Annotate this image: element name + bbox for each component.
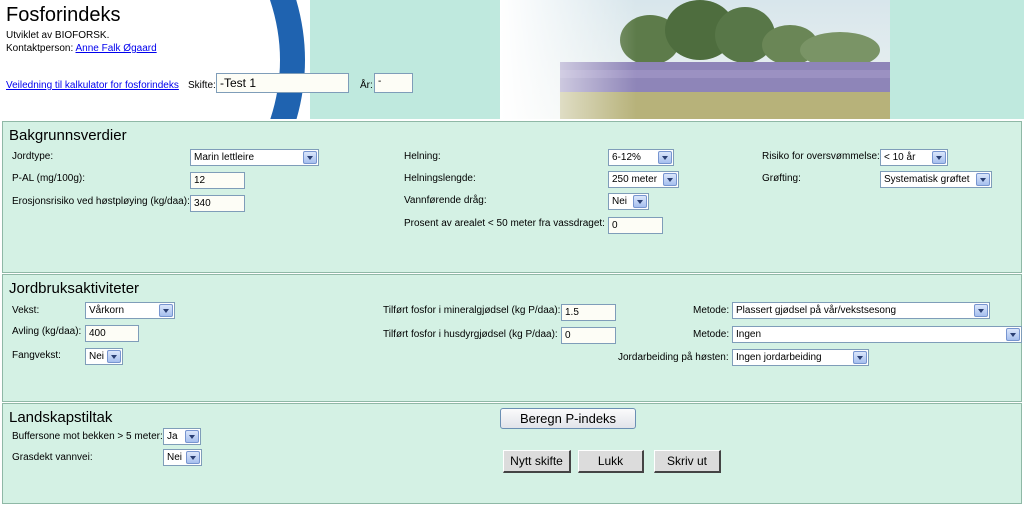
buffer-zone-value: Ja	[167, 431, 178, 442]
yield-label: Avling (kg/daa):	[12, 326, 82, 337]
chevron-down-icon	[976, 173, 990, 186]
slope-value: 6-12%	[612, 152, 641, 163]
chevron-down-icon	[186, 451, 200, 464]
waterways-label: Vannførende dråg:	[404, 195, 487, 206]
mineral-p-label: Tilført fosfor i mineralgjødsel (kg P/da…	[383, 305, 561, 316]
slope-length-value: 250 meter	[612, 174, 658, 185]
chevron-down-icon	[159, 304, 173, 317]
chevron-down-icon	[658, 151, 672, 164]
new-field-button[interactable]: Nytt skifte	[503, 450, 571, 473]
year-label: År:	[360, 80, 373, 91]
drainage-label: Grøfting:	[762, 173, 801, 184]
manure-method-select[interactable]: Ingen	[732, 326, 1022, 343]
method2-label: Metode:	[693, 329, 730, 340]
flood-risk-label: Risiko for oversvømmelse:	[762, 151, 880, 162]
method1-label: Metode:	[693, 305, 730, 316]
manure-p-input[interactable]: 0	[561, 327, 616, 344]
agricultural-activities-section: Jordbruksaktiviteter Vekst: Vårkorn Avli…	[2, 274, 1022, 402]
developed-by-text: Utviklet av BIOFORSK.	[6, 30, 110, 41]
manure-p-label: Tilført fosfor i husdyrgjødsel (kg P/daa…	[383, 329, 558, 340]
close-button[interactable]: Lukk	[578, 450, 644, 473]
slope-length-select[interactable]: 250 meter	[608, 171, 679, 188]
contact-person-link[interactable]: Anne Falk Øgaard	[76, 43, 157, 54]
manure-method-value: Ingen	[736, 329, 762, 340]
catch-crop-label: Fangvekst:	[12, 350, 61, 361]
year-input[interactable]: -	[374, 73, 413, 93]
page-title: Fosforindeks	[6, 4, 121, 26]
chevron-down-icon	[663, 173, 677, 186]
mineral-method-value: Plassert gjødsel på vår/vekstsesong	[736, 305, 897, 316]
guide-link[interactable]: Veiledning til kalkulator for fosforinde…	[6, 80, 179, 91]
autumn-tillage-value: Ingen jordarbeiding	[736, 352, 822, 363]
waterways-value: Nei	[612, 196, 628, 207]
waterways-select[interactable]: Nei	[608, 193, 649, 210]
field-label: Skifte:	[188, 80, 216, 91]
landscape-section-title: Landskapstiltak	[9, 409, 113, 426]
mineral-method-select[interactable]: Plassert gjødsel på vår/vekstsesong	[732, 302, 990, 319]
flood-risk-value: < 10 år	[884, 152, 916, 163]
slope-length-label: Helningslengde:	[404, 173, 476, 184]
crop-label: Vekst:	[12, 305, 40, 316]
chevron-down-icon	[185, 430, 199, 443]
activities-section-title: Jordbruksaktiviteter	[9, 280, 140, 297]
landscape-measures-section: Landskapstiltak Buffersone mot bekken > …	[2, 403, 1022, 504]
background-values-section: Bakgrunnsverdier Jordtype: Marin lettlei…	[2, 121, 1022, 273]
mineral-p-input[interactable]: 1.5	[561, 304, 616, 321]
catch-crop-select[interactable]: Nei	[85, 348, 123, 365]
soil-type-value: Marin lettleire	[194, 152, 255, 163]
calculate-p-index-button[interactable]: Beregn P-indeks	[500, 408, 636, 429]
erosion-input[interactable]: 340	[190, 195, 245, 212]
chevron-down-icon	[974, 304, 988, 317]
soil-type-label: Jordtype:	[12, 151, 54, 162]
autumn-tillage-select[interactable]: Ingen jordarbeiding	[732, 349, 869, 366]
crop-select[interactable]: Vårkorn	[85, 302, 175, 319]
slope-select[interactable]: 6-12%	[608, 149, 674, 166]
chevron-down-icon	[932, 151, 946, 164]
autumn-tillage-label: Jordarbeiding på høsten:	[618, 352, 729, 363]
background-section-title: Bakgrunnsverdier	[9, 127, 127, 144]
pal-label: P-AL (mg/100g):	[12, 173, 85, 184]
print-button[interactable]: Skriv ut	[654, 450, 721, 473]
drainage-select[interactable]: Systematisk grøftet	[880, 171, 992, 188]
grassed-waterway-label: Grasdekt vannvei:	[12, 452, 93, 463]
flood-risk-select[interactable]: < 10 år	[880, 149, 948, 166]
yield-input[interactable]: 400	[85, 325, 139, 342]
slope-label: Helning:	[404, 151, 441, 162]
chevron-down-icon	[633, 195, 647, 208]
contact-person-line: Kontaktperson: Anne Falk Øgaard	[6, 43, 157, 54]
soil-type-select[interactable]: Marin lettleire	[190, 149, 319, 166]
catch-crop-value: Nei	[89, 351, 105, 362]
grassed-waterway-value: Nei	[167, 452, 183, 463]
percent-area-input[interactable]: 0	[608, 217, 663, 234]
blue-arc-graphic	[269, 0, 305, 119]
drainage-value: Systematisk grøftet	[884, 174, 970, 185]
chevron-down-icon	[1006, 328, 1020, 341]
field-name-input[interactable]: -Test 1	[216, 73, 349, 93]
percent-area-label: Prosent av arealet < 50 meter fra vassdr…	[404, 218, 605, 229]
grassed-waterway-select[interactable]: Nei	[163, 449, 202, 466]
chevron-down-icon	[853, 351, 867, 364]
chevron-down-icon	[107, 350, 121, 363]
header-banner: Fosforindeks Utviklet av BIOFORSK. Konta…	[0, 0, 1024, 119]
buffer-zone-label: Buffersone mot bekken > 5 meter:	[12, 431, 163, 442]
buffer-zone-select[interactable]: Ja	[163, 428, 201, 445]
field-photo-image	[500, 0, 890, 119]
crop-value: Vårkorn	[89, 305, 125, 316]
pal-input[interactable]: 12	[190, 172, 245, 189]
erosion-label: Erosjonsrisiko ved høstpløying (kg/daa):	[12, 196, 190, 207]
chevron-down-icon	[303, 151, 317, 164]
contact-label: Kontaktperson:	[6, 43, 74, 54]
